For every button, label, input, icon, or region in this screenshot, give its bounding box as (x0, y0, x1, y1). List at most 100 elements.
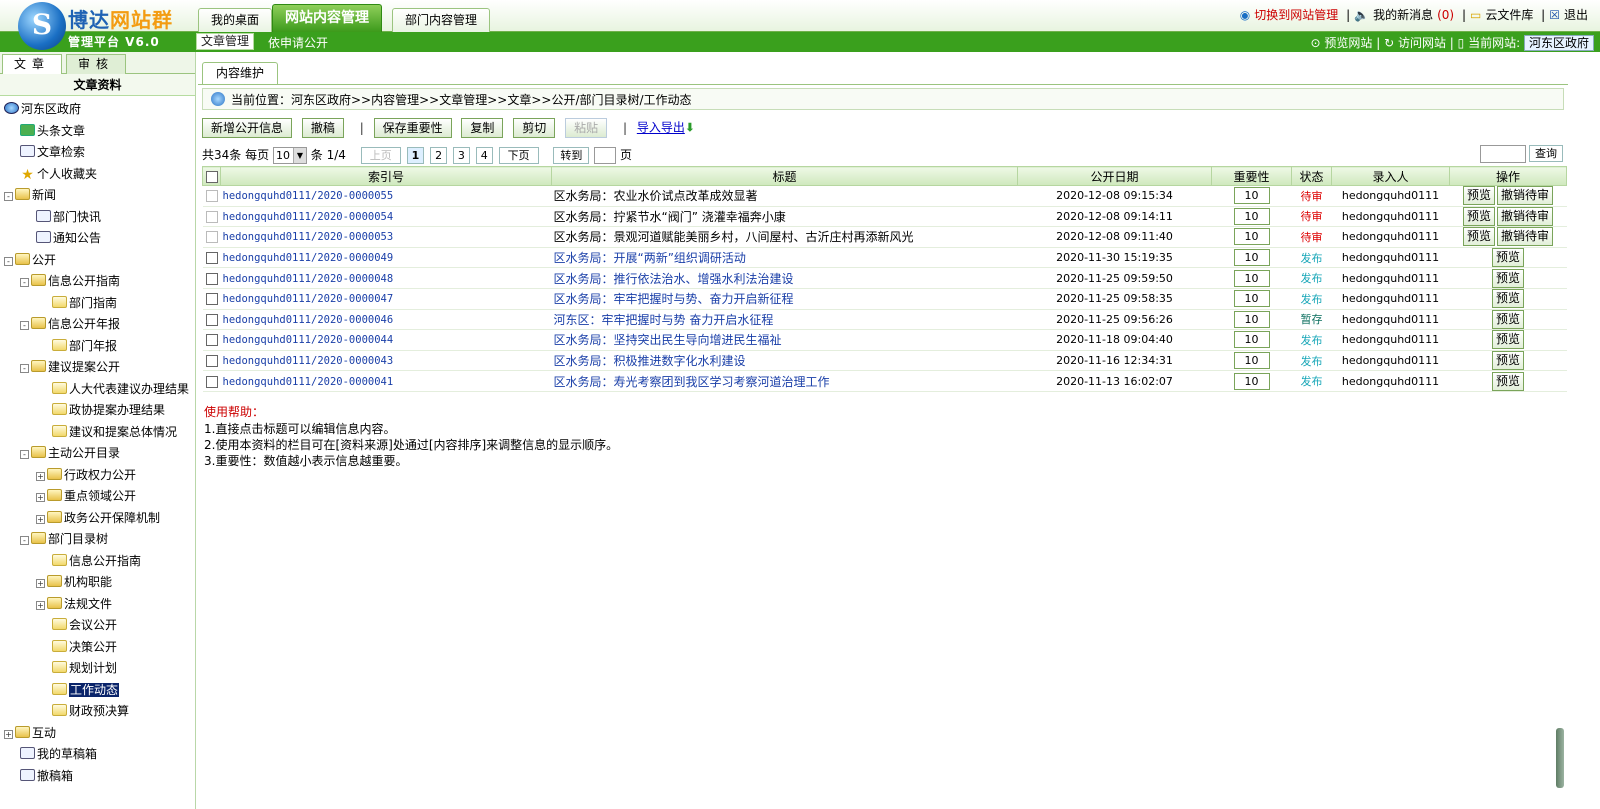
tree-item[interactable]: - 信息公开年报 (4, 314, 195, 336)
col-date[interactable]: 公开日期 (1017, 166, 1212, 186)
col-index[interactable]: 索引号 (220, 166, 552, 186)
preview-button[interactable]: 预览 (1462, 227, 1495, 247)
tree-item[interactable]: 政协提案办理结果 (4, 400, 195, 422)
article-title-link[interactable]: 区水务局：农业水价试点改革成效显著 (554, 189, 758, 203)
row-checkbox[interactable] (205, 210, 218, 223)
collapse-icon[interactable]: - (20, 364, 29, 373)
tree-item[interactable]: 建议和提案总体情况 (4, 422, 195, 444)
tree-item[interactable]: - 信息公开指南 (4, 271, 195, 293)
row-checkbox[interactable] (205, 355, 218, 368)
importance-input[interactable]: 10 (1233, 290, 1270, 308)
tree-item[interactable]: + 互动 (4, 723, 195, 745)
tree-item[interactable]: - 主动公开目录 (4, 443, 195, 465)
row-checkbox[interactable] (205, 252, 218, 265)
tree-item[interactable]: 通知公告 (4, 228, 195, 250)
cloud-files-link[interactable]: 云文件库 (1485, 8, 1533, 22)
preview-button[interactable]: 预览 (1491, 309, 1524, 329)
importance-input[interactable]: 10 (1233, 372, 1270, 390)
row-checkbox[interactable] (205, 334, 218, 347)
copy-button[interactable]: 复制 (461, 118, 504, 138)
importance-input[interactable]: 10 (1233, 331, 1270, 349)
tree-item[interactable]: 我的草稿箱 (4, 744, 195, 766)
importance-input[interactable]: 10 (1233, 310, 1270, 328)
article-title-link[interactable]: 区水务局：景观河道赋能美丽乡村，八间屋村、古沂庄村再添新风光 (554, 230, 914, 244)
tree-item[interactable]: + 政务公开保障机制 (4, 508, 195, 530)
collapse-icon[interactable]: - (20, 536, 29, 545)
tree-item[interactable]: - 新闻 (4, 185, 195, 207)
tree-item[interactable]: 信息公开指南 (4, 551, 195, 573)
tree-item[interactable]: + 行政权力公开 (4, 465, 195, 487)
article-title-link[interactable]: 区水务局：开展“两新”组织调研活动 (554, 251, 746, 265)
tab-articles[interactable]: 文章 (2, 54, 62, 74)
article-title-link[interactable]: 区水务局：坚持突出民生导向增进民生福祉 (554, 333, 782, 347)
tree-item[interactable]: + 重点领域公开 (4, 486, 195, 508)
preview-button[interactable]: 预览 (1491, 289, 1524, 309)
scrollbar-thumb[interactable] (1556, 728, 1564, 788)
expand-icon[interactable]: + (36, 471, 45, 481)
preview-button[interactable]: 预览 (1462, 186, 1495, 206)
tree-item[interactable]: + 法规文件 (4, 594, 195, 616)
tree-item[interactable]: 部门指南 (4, 293, 195, 315)
row-checkbox[interactable] (205, 313, 218, 326)
row-checkbox[interactable] (205, 293, 218, 306)
importance-input[interactable]: 10 (1233, 187, 1270, 205)
collapse-icon[interactable]: - (20, 321, 29, 330)
row-checkbox[interactable] (205, 272, 218, 285)
visit-site-link[interactable]: 访问网站 (1398, 36, 1446, 50)
prev-page-button[interactable]: 上页 (360, 147, 401, 164)
collapse-icon[interactable]: - (4, 256, 13, 266)
save-importance-button[interactable]: 保存重要性 (373, 118, 452, 138)
importance-input[interactable]: 10 (1233, 228, 1270, 246)
preview-button[interactable]: 预览 (1462, 206, 1495, 226)
tree-item[interactable]: - 部门目录树 (4, 529, 195, 551)
next-page-button[interactable]: 下页 (498, 147, 539, 164)
expand-icon[interactable]: + (36, 514, 45, 524)
importance-input[interactable]: 10 (1233, 352, 1270, 370)
cut-button[interactable]: 剪切 (513, 118, 556, 138)
article-title-link[interactable]: 区水务局：牢牢把握时与势、奋力开启新征程 (554, 292, 794, 306)
col-title[interactable]: 标题 (551, 166, 1018, 186)
importance-input[interactable]: 10 (1233, 249, 1270, 267)
tree-item[interactable]: 头条文章 (4, 121, 195, 143)
import-export-link[interactable]: 导入导出 (637, 121, 685, 135)
messages-link[interactable]: 我的新消息 (1373, 8, 1433, 22)
article-title-link[interactable]: 河东区：牢牢把握时与势 奋力开启水征程 (554, 313, 774, 327)
row-checkbox[interactable] (205, 375, 218, 388)
preview-button[interactable]: 预览 (1491, 248, 1524, 267)
preview-button[interactable]: 预览 (1491, 371, 1524, 391)
tab-review[interactable]: 审核 (66, 54, 126, 74)
article-title-link[interactable]: 区水务局：积极推进数字化水利建设 (554, 354, 746, 368)
logout-link[interactable]: 退出 (1564, 8, 1588, 22)
tree-item[interactable]: 财政预决算 (4, 701, 195, 723)
tab-site-content[interactable]: 网站内容管理 (272, 4, 382, 32)
search-input[interactable] (1480, 145, 1526, 163)
col-importance[interactable]: 重要性 (1211, 166, 1292, 186)
collapse-icon[interactable]: - (20, 278, 29, 287)
expand-icon[interactable]: + (36, 493, 45, 502)
tree-item[interactable]: 人大代表建议办理结果 (4, 379, 195, 401)
tab-my-desktop[interactable]: 我的桌面 (198, 8, 273, 32)
tab-dept-content[interactable]: 部门内容管理 (392, 8, 491, 32)
cancel-review-button[interactable]: 撤销待审 (1497, 227, 1554, 247)
article-title-link[interactable]: 区水务局：寿光考察团到我区学习考察河道治理工作 (554, 375, 830, 389)
tree-item[interactable]: 部门年报 (4, 336, 195, 358)
subnav-apply-disclosure[interactable]: 依申请公开 (268, 34, 328, 51)
tree-item[interactable]: - 建议提案公开 (4, 357, 195, 379)
preview-button[interactable]: 预览 (1491, 268, 1524, 288)
tree-item[interactable]: + 机构职能 (4, 572, 195, 594)
current-site-select[interactable]: 河东区政府 (1523, 35, 1594, 51)
tree-item[interactable]: 会议公开 (4, 615, 195, 637)
article-title-link[interactable]: 区水务局：推行依法治水、增强水利法治建设 (554, 272, 794, 286)
page-2-button[interactable]: 2 (430, 147, 448, 164)
page-4-button[interactable]: 4 (475, 147, 493, 164)
row-checkbox[interactable] (205, 190, 218, 203)
cancel-review-button[interactable]: 撤销待审 (1497, 186, 1554, 206)
preview-button[interactable]: 预览 (1491, 330, 1524, 350)
goto-button[interactable]: 转到 (553, 147, 590, 164)
tree-item[interactable]: 河东区政府 (4, 99, 195, 121)
search-button[interactable]: 查询 (1529, 145, 1563, 162)
article-title-link[interactable]: 区水务局：拧紧节水“阀门” 浇灌幸福奔小康 (554, 210, 786, 224)
page-1-button[interactable]: 1 (406, 147, 425, 164)
tree-item[interactable]: 规划计划 (4, 658, 195, 680)
importance-input[interactable]: 10 (1233, 269, 1270, 287)
